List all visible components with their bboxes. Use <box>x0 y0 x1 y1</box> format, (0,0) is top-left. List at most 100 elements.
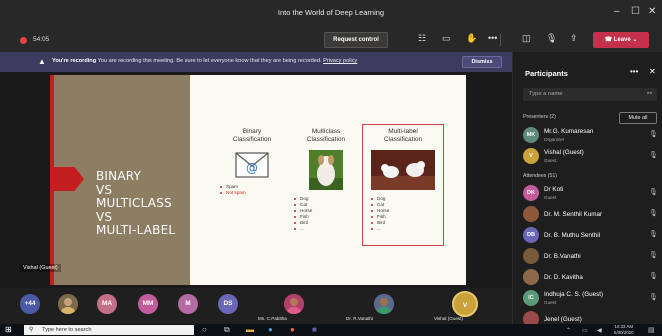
participant-name: Mr.G. Kumaresan <box>544 128 594 135</box>
slide-title-line: MULTI-LABEL <box>96 223 176 237</box>
leave-button[interactable]: ☎ Leave ⌄ <box>593 32 649 48</box>
more-actions-icon[interactable]: ••• <box>488 33 497 43</box>
toolbar-divider <box>500 34 501 46</box>
cortana-icon[interactable]: ○ <box>202 325 207 334</box>
file-explorer-icon[interactable]: ▬ <box>246 325 254 334</box>
mic-off-icon[interactable]: 🎙 <box>649 230 658 238</box>
task-view-icon[interactable]: ⧉ <box>224 325 230 335</box>
participant-photo[interactable] <box>374 294 394 314</box>
notifications-icon[interactable]: ▤ <box>648 326 655 334</box>
participant-strip: +44 MA MM M DS Ms. C.Pabitha Dr. R.Vanat… <box>0 288 512 324</box>
mic-off-icon[interactable]: 🎙 <box>649 272 658 280</box>
column-title: Multiclass <box>311 128 341 135</box>
mic-off-icon[interactable]: 🎙 <box>649 130 658 138</box>
mic-icon[interactable]: 🎙 <box>649 151 658 159</box>
close-panel-icon[interactable]: ✕ <box>649 67 656 76</box>
participant-row[interactable]: MK Mr.G. Kumaresan Organizer 🎙 <box>523 125 659 145</box>
more-options-icon[interactable]: ••• <box>630 67 638 76</box>
avatar[interactable]: M <box>178 294 198 314</box>
participant-photo[interactable] <box>284 294 304 314</box>
warning-icon: ▲ <box>38 57 46 66</box>
avatar[interactable]: DS <box>218 294 238 314</box>
taskbar-search-input[interactable]: ⚲ Type here to search <box>24 325 194 335</box>
window-title: Into the World of Deep Learning <box>277 8 385 17</box>
mute-all-button[interactable]: Mute all <box>619 112 657 124</box>
mic-off-icon[interactable]: 🎙 <box>546 33 557 44</box>
recording-text: You are recording this meeting. Be sure … <box>97 58 322 64</box>
participant-name: Vishal (Guest) <box>434 316 464 321</box>
raise-hand-icon[interactable]: ✋ <box>466 33 477 44</box>
firefox-icon[interactable]: ● <box>290 325 295 334</box>
participant-name: Vishal (Guest) <box>544 149 584 156</box>
avatar[interactable]: MA <box>97 294 117 314</box>
envelope-icon: @ <box>235 152 269 178</box>
maximize-icon[interactable]: ☐ <box>631 6 640 17</box>
avatar: MK <box>523 127 539 143</box>
people-search-icon[interactable]: ⚯ <box>647 90 652 97</box>
multilabel-list: Dog Cat Horse Fish Bird ... <box>367 196 439 232</box>
active-speaker-avatar[interactable]: V <box>452 291 478 317</box>
participant-row[interactable]: DK Dr Koti Guest 🎙 <box>523 183 659 203</box>
share-screen-icon[interactable]: ⇪ <box>570 33 578 44</box>
dogs-photo <box>371 150 435 190</box>
chevron-down-icon: ⌄ <box>632 37 638 43</box>
participant-row[interactable]: Dr. D. Kavitha 🎙 <box>523 267 659 287</box>
recording-message: You're recording You are recording this … <box>52 58 357 64</box>
multilabel-column: Multi-label Classification Dog Cat Horse… <box>367 128 439 232</box>
participant-row[interactable]: IC Indhuja C. S. (Guest) Guest 🎙 <box>523 288 659 308</box>
minimize-icon[interactable]: – <box>614 6 620 17</box>
participant-name: Dr Koti <box>544 186 564 193</box>
participant-role: Guest <box>544 158 557 163</box>
participant-row[interactable]: V Vishal (Guest) Guest 🎙 <box>523 146 659 166</box>
close-icon[interactable]: ✕ <box>648 6 656 17</box>
binary-list: Spam Not spam <box>216 184 288 196</box>
mic-off-icon[interactable]: 🎙 <box>649 251 658 259</box>
participant-search-input[interactable]: Type a name <box>523 88 657 101</box>
edge-icon[interactable]: ● <box>268 325 273 334</box>
recording-icon <box>20 37 27 44</box>
avatar[interactable]: MM <box>138 294 158 314</box>
participant-role: Guest <box>544 300 557 305</box>
participant-name: Indhuja C. S. (Guest) <box>544 291 604 298</box>
binary-column: Binary Classification @ Spam Not spam <box>216 128 288 196</box>
windows-start-icon[interactable]: ⊞ <box>5 325 12 334</box>
column-title: Multi-label <box>388 128 418 135</box>
title-bar: Into the World of Deep Learning – ☐ ✕ <box>0 0 662 28</box>
presenters-label: Presenters (2) <box>523 114 556 120</box>
mic-off-icon[interactable]: 🎙 <box>649 209 658 217</box>
privacy-policy-link[interactable]: Privacy policy <box>323 58 357 64</box>
chat-icon[interactable]: ▭ <box>442 33 451 44</box>
avatar <box>523 206 539 222</box>
meeting-timer: 54:05 <box>33 36 50 43</box>
column-title: Classification <box>306 136 346 143</box>
teams-icon[interactable]: ■ <box>312 325 317 334</box>
windows-taskbar: ⊞ ⚲ Type here to search ○ ⧉ ▬ ● ● ■ ⌃ ▭ … <box>0 324 662 336</box>
participant-role: Organizer <box>544 137 565 142</box>
participants-icon[interactable]: ☷ <box>418 33 426 44</box>
chevron-up-icon[interactable]: ⌃ <box>566 327 571 334</box>
overflow-count[interactable]: +44 <box>20 294 40 314</box>
recording-banner: ▲ You're recording You are recording thi… <box>0 52 512 72</box>
camera-off-icon[interactable]: ◫ <box>522 33 531 44</box>
list-item: ... <box>371 226 439 232</box>
participant-row[interactable]: DB Dr. B. Muthu Senthil 🎙 <box>523 225 659 245</box>
meeting-toolbar: 54:05 Request control ☷ ▭ ✋ ••• ◫ 🎙 ⇪ ☎ … <box>0 28 662 52</box>
panel-title: Participants <box>525 69 568 78</box>
column-title: Binary <box>242 128 262 135</box>
taskbar-clock[interactable]: 10:33 AM 6/30/2020 <box>614 324 634 336</box>
slide-title-line: VS <box>96 182 113 197</box>
mic-off-icon[interactable]: 🎙 <box>649 188 658 196</box>
recording-bold: You're recording <box>52 58 97 64</box>
participant-name: Dr. R.Vanathi <box>346 316 373 321</box>
network-icon[interactable]: ▭ <box>582 327 588 334</box>
volume-icon[interactable]: ◀ <box>597 327 602 334</box>
avatar <box>523 269 539 285</box>
participant-row[interactable]: Dr. M. Senthil Kumar 🎙 <box>523 204 659 224</box>
dismiss-button[interactable]: Dismiss <box>462 56 502 68</box>
participant-photo[interactable] <box>58 294 78 314</box>
participant-row[interactable]: Dr. B.Vanathi 🎙 <box>523 246 659 266</box>
multiclass-list: Dog Cat Horse Fish Bird ... <box>290 196 362 232</box>
request-control-button[interactable]: Request control <box>324 32 388 48</box>
mic-off-icon[interactable]: 🎙 <box>649 293 658 301</box>
multiclass-column: Multiclass Classification Dog Cat Horse … <box>290 128 362 232</box>
